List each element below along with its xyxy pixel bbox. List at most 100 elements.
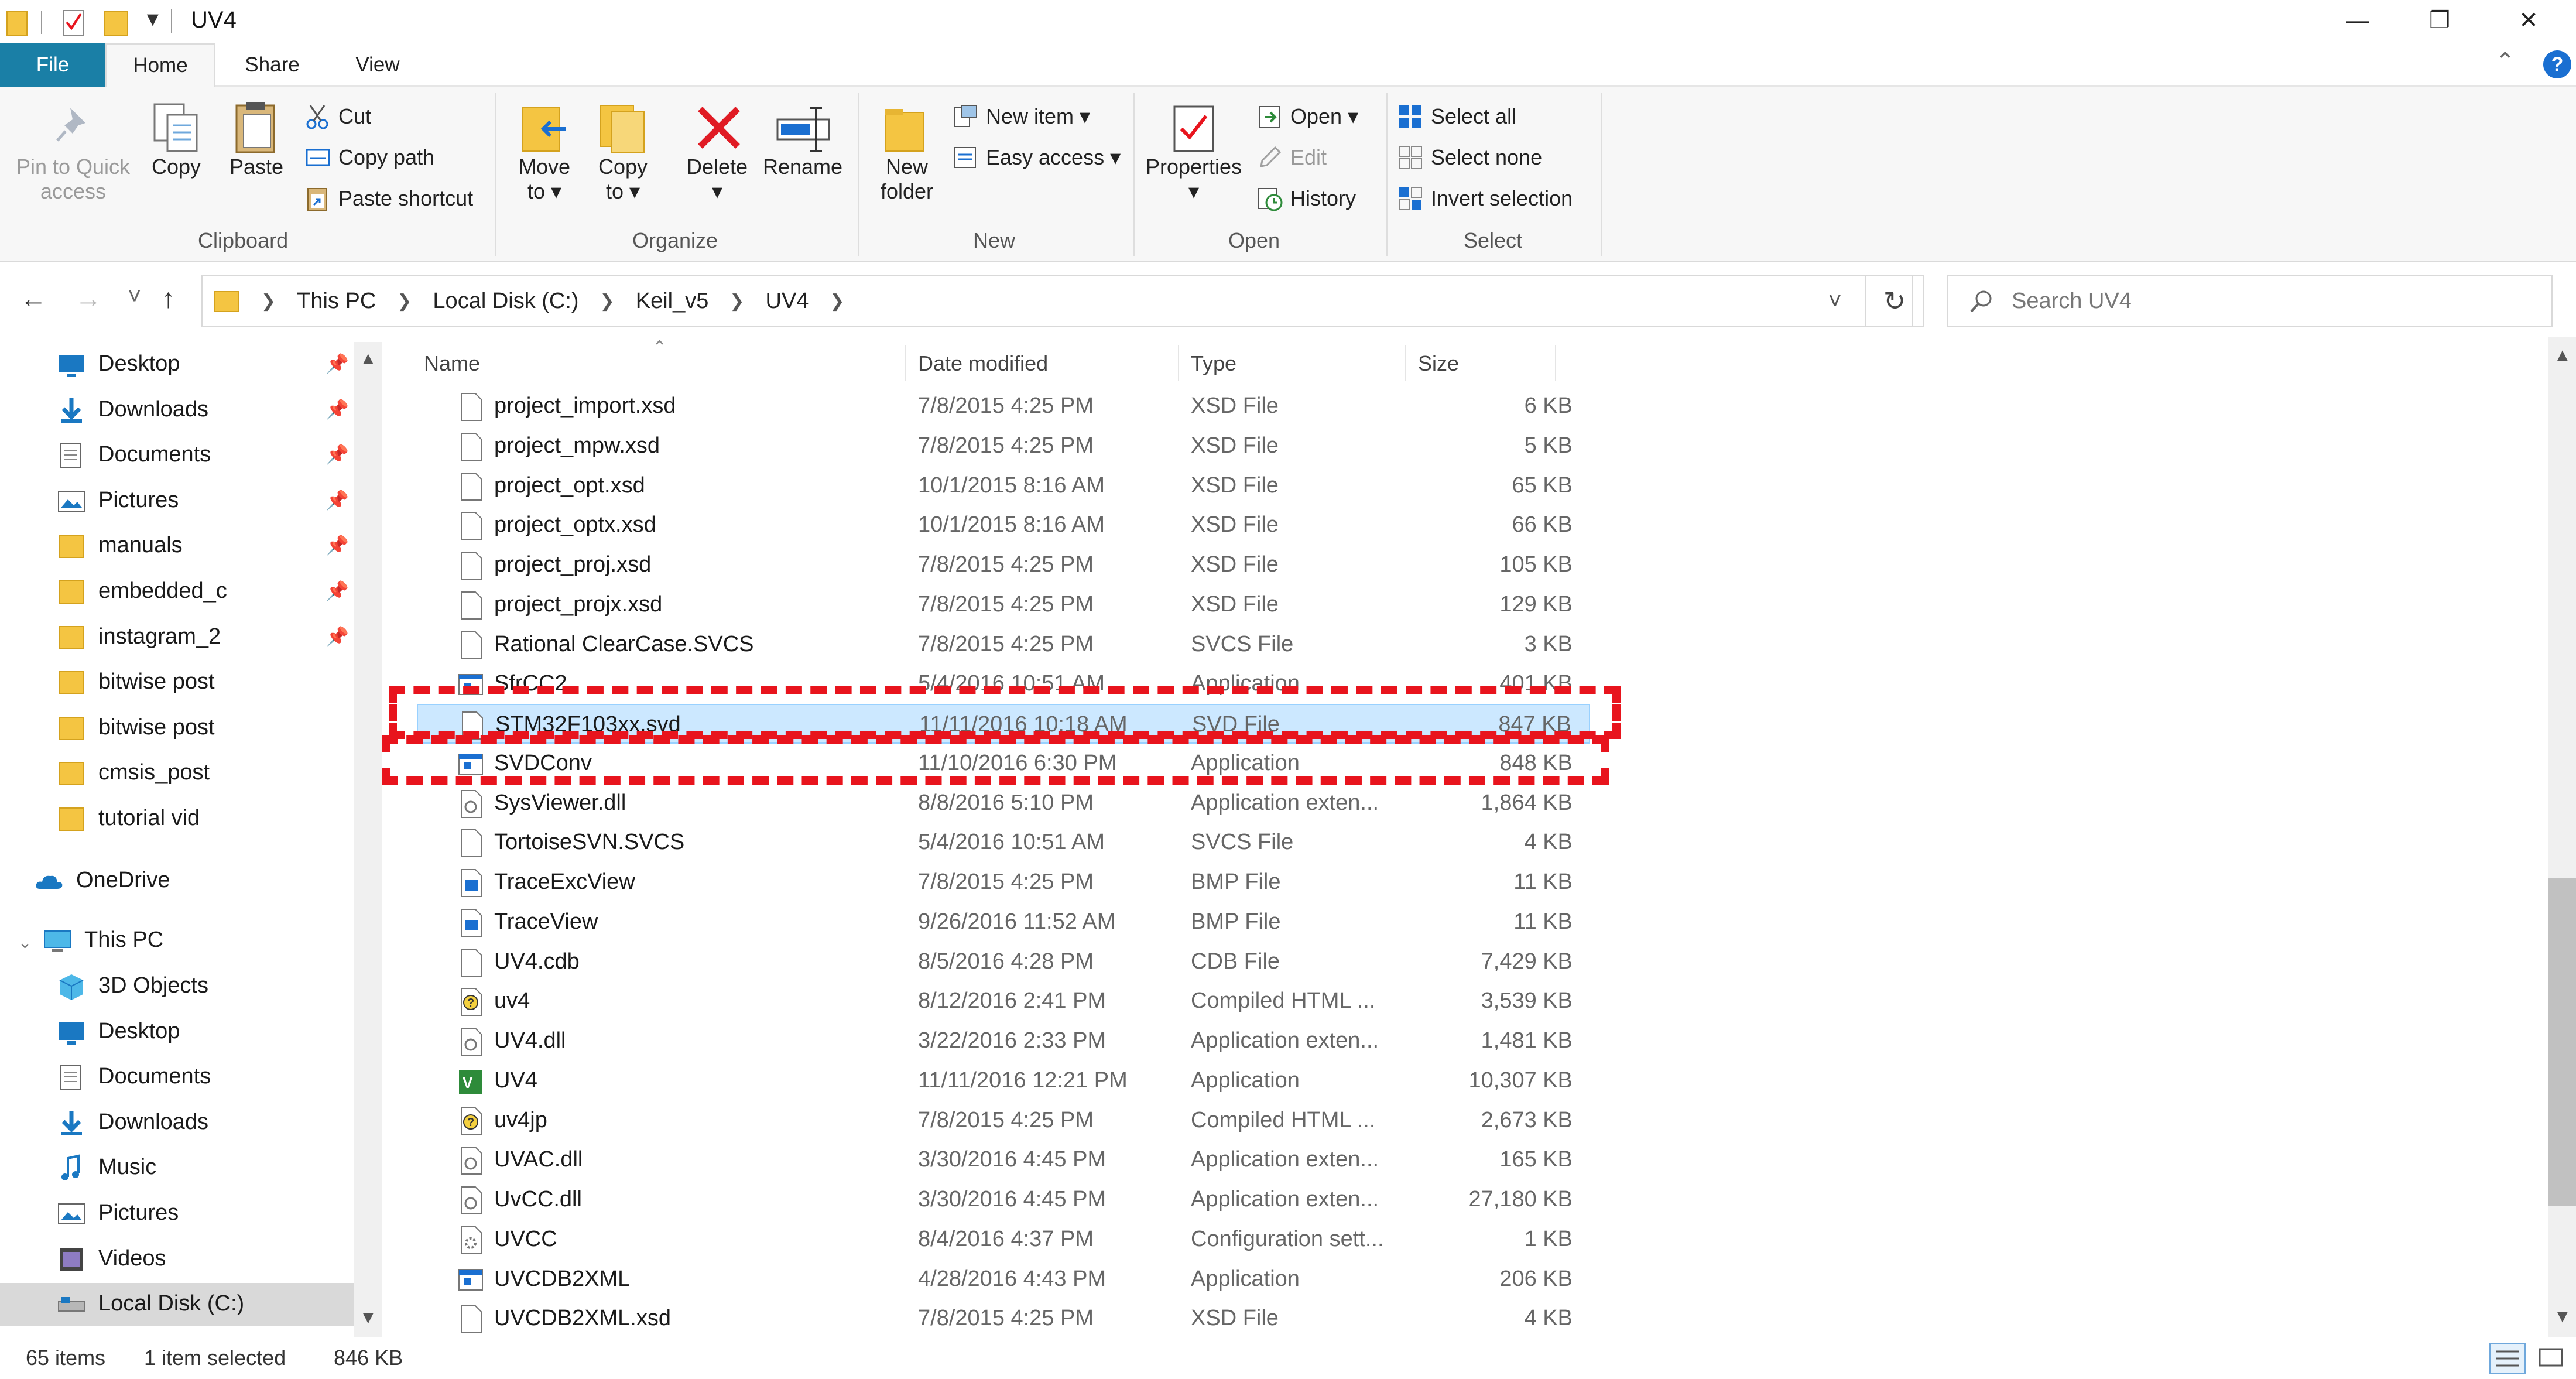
chevron-right-icon[interactable]: ❯ [397,291,412,312]
sidebar-item-quick-access[interactable]: embedded_c 📌 [0,570,357,614]
file-row[interactable]: UvCC.dll 3/30/2016 4:45 PM Application ext… [417,1180,1590,1220]
delete-button[interactable]: Delete ▾ [679,98,755,227]
address-bar[interactable]: ❯ This PC ❯ Local Disk (C:) ❯ Keil_v5 ❯ … [201,275,1913,327]
cut-button[interactable]: Cut [304,102,371,131]
large-icons-view-icon[interactable] [2534,1343,2569,1374]
sidebar-item-quick-access[interactable]: Downloads 📌 [0,389,357,432]
details-view-icon[interactable] [2489,1343,2526,1374]
recent-locations-icon[interactable]: ˅ [128,283,141,310]
copy-path-button[interactable]: Copy path [304,143,434,172]
file-row[interactable]: TraceExcView 7/8/2015 4:25 PM BMP File 11 K… [417,863,1590,902]
file-row[interactable]: TortoiseSVN.SVCS 5/4/2016 10:51 AM SVCS Fi… [417,823,1590,863]
new-folder-quick-icon[interactable] [103,6,129,39]
sidebar-item-quick-access[interactable]: Pictures 📌 [0,480,357,523]
invert-selection-button[interactable]: Invert selection [1397,184,1573,213]
file-row[interactable]: project_mpw.xsd 7/8/2015 4:25 PM XSD File 5… [417,426,1590,466]
file-row[interactable]: project_opt.xsd 10/1/2015 8:16 AM XSD File… [417,466,1590,506]
file-row[interactable]: UVCDB2XML 4/28/2016 4:43 PM Application 206… [417,1260,1590,1299]
pin-icon[interactable]: 📌 [326,580,349,602]
close-button[interactable]: ✕ [2491,0,2567,41]
copy-to-button[interactable]: Copy to ▾ [588,98,658,227]
sidebar-item-this-pc-child[interactable]: Documents [0,1056,357,1099]
tab-home[interactable]: Home [105,43,215,87]
pin-icon[interactable]: 📌 [326,398,349,420]
select-all-button[interactable]: Select all [1397,102,1516,131]
scroll-up-icon[interactable]: ▲ [2554,345,2571,365]
tab-file[interactable]: File [0,43,105,87]
breadcrumb-this-pc[interactable]: This PC [297,289,376,314]
sidebar-expand-icon[interactable]: ⌄ [18,932,32,953]
column-header-type[interactable]: Type [1191,351,1236,376]
breadcrumb-local-disk[interactable]: Local Disk (C:) [433,289,578,314]
file-row[interactable]: Rational ClearCase.SVCS 7/8/2015 4:25 PM S… [417,625,1590,665]
address-dropdown-icon[interactable]: ˅ [1828,288,1842,314]
easy-access-button[interactable]: Easy access ▾ [952,143,1121,172]
column-divider[interactable] [905,345,906,381]
column-header-name[interactable]: Name [424,351,480,376]
file-row[interactable]: TraceView 9/26/2016 11:52 AM BMP File 11 KB [417,902,1590,942]
rename-button[interactable]: Rename [759,98,847,204]
pin-to-quick-access-button[interactable]: Pin to Quick access [6,98,141,225]
copy-button[interactable]: Copy [144,98,208,204]
scroll-down-icon[interactable]: ▼ [2554,1307,2571,1327]
sidebar-item-quick-access[interactable]: bitwise post [0,661,357,704]
properties-check-icon[interactable] [61,6,87,39]
column-header-size[interactable]: Size [1418,351,1459,376]
sidebar-item-this-pc-child[interactable]: Videos [0,1238,357,1281]
open-button[interactable]: Open ▾ [1256,102,1358,131]
sidebar-item-this-pc-child[interactable]: 3D Objects [0,965,357,1008]
nav-scrollbar[interactable]: ▲ ▼ [354,342,382,1337]
sidebar-item-this-pc-child[interactable]: Local Disk (C:) [0,1283,354,1327]
column-divider[interactable] [1405,345,1406,381]
column-divider[interactable] [1555,345,1556,381]
select-none-button[interactable]: Select none [1397,143,1542,172]
properties-button[interactable]: Properties ▾ [1139,98,1248,227]
paste-shortcut-button[interactable]: Paste shortcut [304,184,473,213]
history-button[interactable]: History [1256,184,1356,213]
pin-icon[interactable]: 📌 [326,443,349,466]
refresh-button[interactable]: ↻ [1865,275,1924,327]
edit-button[interactable]: Edit [1256,143,1327,172]
sidebar-item-onedrive[interactable]: OneDrive [0,860,357,903]
new-folder-button[interactable]: New folder [869,98,945,227]
file-row[interactable]: ? uv4 8/12/2016 2:41 PM Compiled HTML ... 3,… [417,981,1590,1021]
pin-icon[interactable]: 📌 [326,489,349,511]
collapse-ribbon-icon[interactable]: ⌃ [2495,48,2515,75]
help-icon[interactable]: ? [2543,50,2571,78]
restore-button[interactable]: ❐ [2402,0,2478,41]
scroll-down-icon[interactable]: ▼ [359,1308,377,1328]
file-row[interactable]: project_projx.xsd 7/8/2015 4:25 PM XSD Fil… [417,585,1590,625]
column-header-date[interactable]: Date modified [918,351,1048,376]
breadcrumb-uv4[interactable]: UV4 [766,289,809,314]
sidebar-item-this-pc-child[interactable]: Pictures [0,1192,357,1236]
tab-share[interactable]: Share [234,43,310,87]
sidebar-item-this-pc-child[interactable]: Desktop [0,1011,357,1054]
file-row[interactable]: project_optx.xsd 10/1/2015 8:16 AM XSD Fil… [417,505,1590,545]
sidebar-item-quick-access[interactable]: cmsis_post [0,752,357,795]
sidebar-item-quick-access[interactable]: tutorial vid [0,798,357,841]
file-row[interactable]: ? uv4jp 7/8/2015 4:25 PM Compiled HTML ... 2… [417,1101,1590,1141]
sidebar-item-quick-access[interactable]: manuals 📌 [0,525,357,568]
quick-access-customize-icon[interactable]: ▼ [143,8,163,31]
tab-view[interactable]: View [340,43,416,87]
sidebar-item-quick-access[interactable]: bitwise post [0,707,357,750]
file-row[interactable]: project_proj.xsd 7/8/2015 4:25 PM XSD File… [417,545,1590,585]
column-divider[interactable] [1178,345,1179,381]
move-to-button[interactable]: Move to ▾ [509,98,580,227]
sidebar-item-this-pc-child[interactable]: Downloads [0,1101,357,1145]
file-row[interactable]: SysViewer.dll 8/8/2016 5:10 PM Application… [417,783,1590,823]
file-row[interactable]: UVCC 8/4/2016 4:37 PM Configuration sett..… [417,1220,1590,1260]
sidebar-item-this-pc-child[interactable]: Music [0,1147,357,1190]
sidebar-item-quick-access[interactable]: instagram_2 📌 [0,616,357,659]
sidebar-item-this-pc[interactable]: This PC [0,919,357,963]
pin-icon[interactable]: 📌 [326,353,349,375]
pin-icon[interactable]: 📌 [326,534,349,556]
sidebar-item-quick-access[interactable]: Documents 📌 [0,434,357,477]
file-row[interactable]: UVCDB2XML.xsd 7/8/2015 4:25 PM XSD File 4 K… [417,1299,1590,1339]
file-row[interactable]: UVAC.dll 3/30/2016 4:45 PM Application ext… [417,1140,1590,1180]
up-arrow-icon[interactable]: ↑ [162,282,175,314]
chevron-right-icon[interactable]: ❯ [830,291,844,312]
back-arrow-icon[interactable]: ← [20,282,47,314]
scroll-up-icon[interactable]: ▲ [359,349,377,369]
forward-arrow-icon[interactable]: → [75,282,102,314]
